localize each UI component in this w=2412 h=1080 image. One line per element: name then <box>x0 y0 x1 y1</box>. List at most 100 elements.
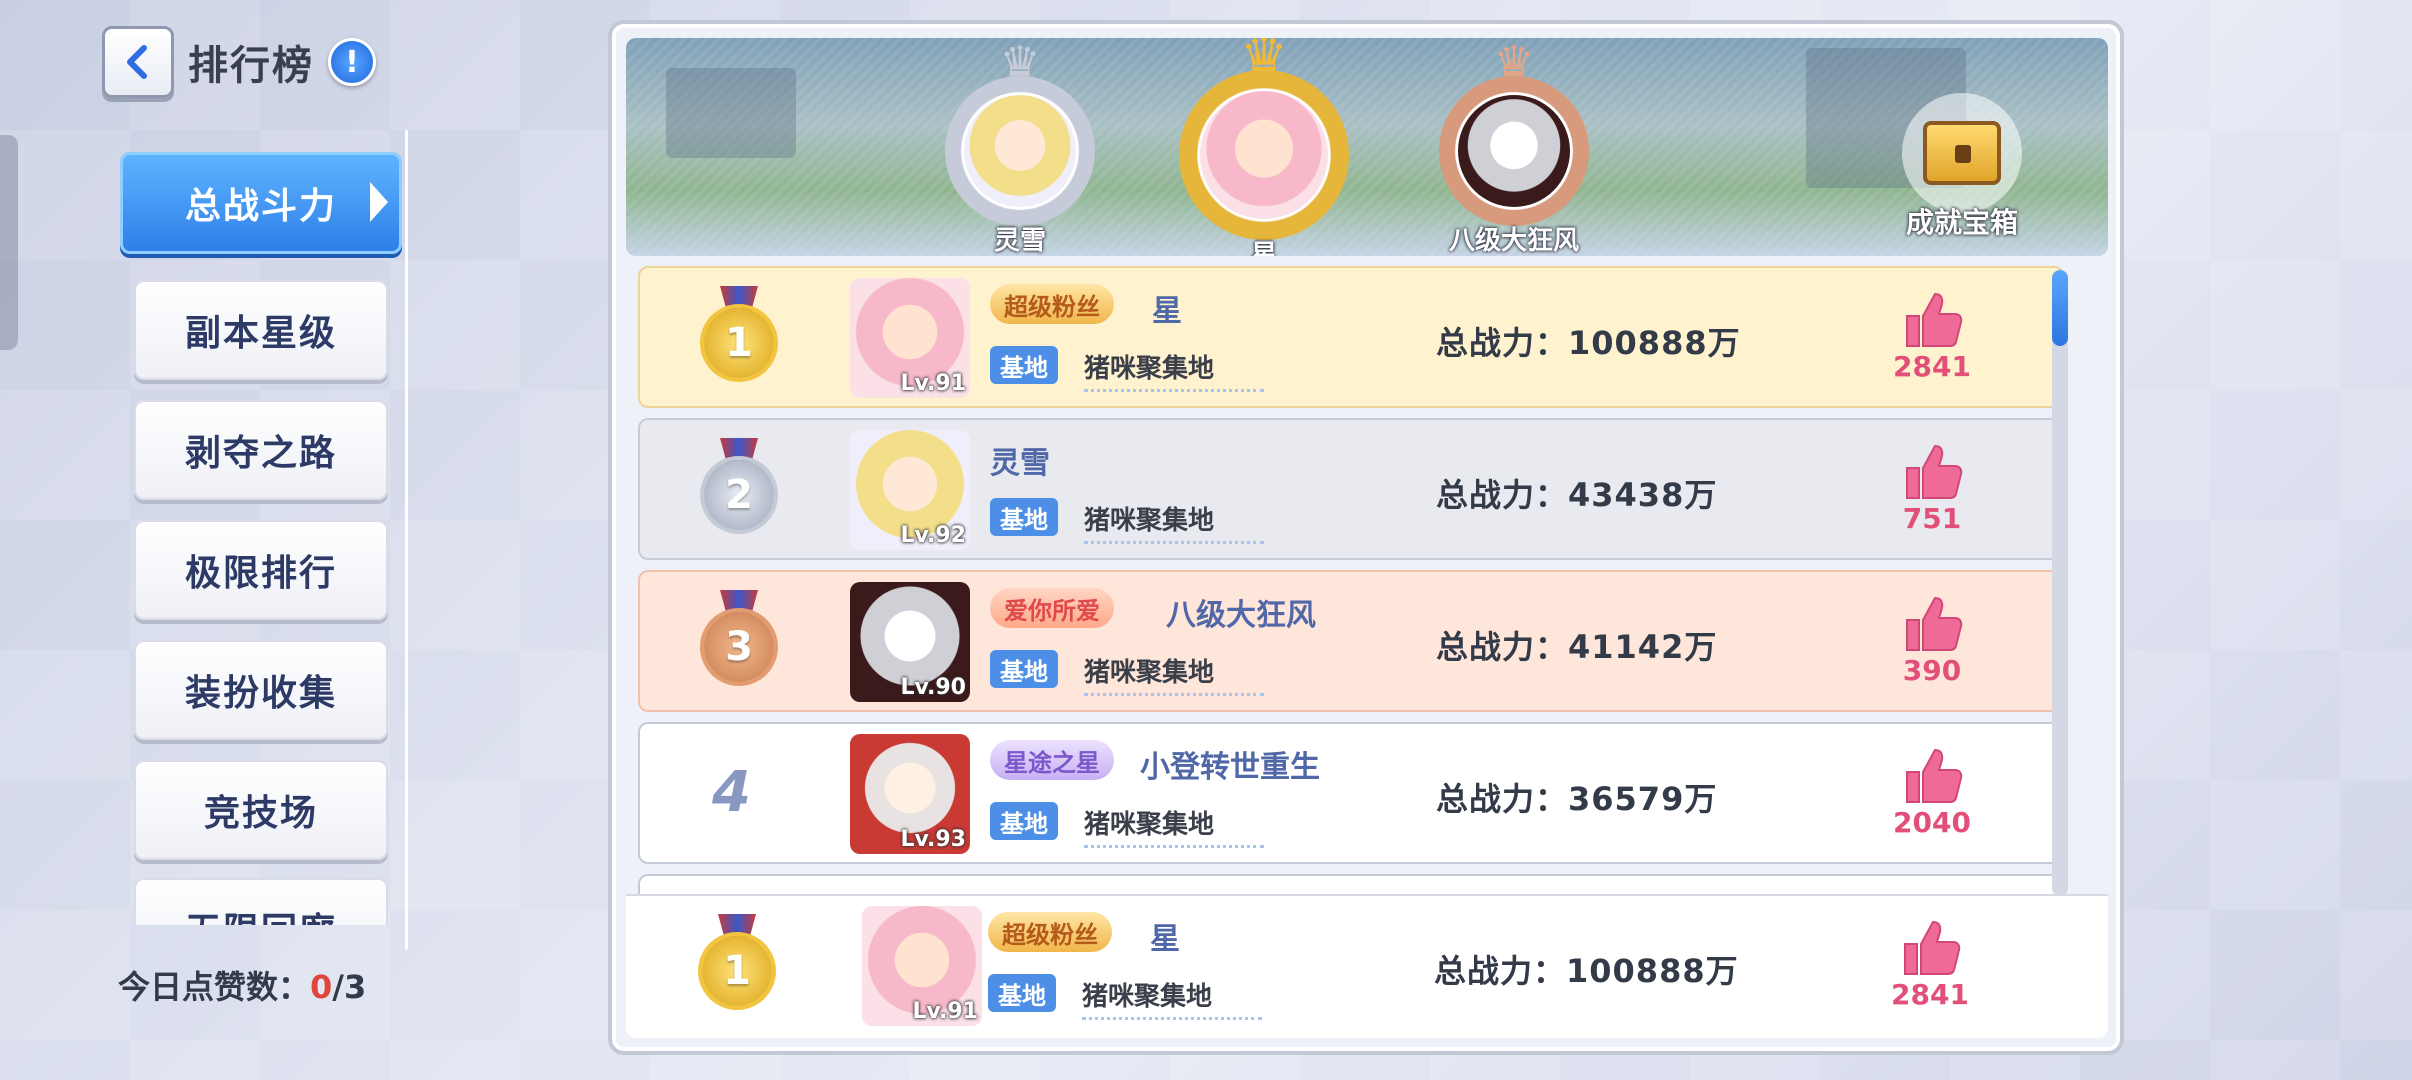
sidebar-scrollbar[interactable] <box>405 130 408 950</box>
arrow-right-icon <box>370 182 388 222</box>
podium-name: 星 <box>1250 240 1277 256</box>
total-power: 总战力：100888万 <box>1436 324 1741 362</box>
like-count: 751 <box>1902 502 1962 535</box>
sidebar-item-plunder-road[interactable]: 剥夺之路 <box>134 400 388 500</box>
left-edge-handle <box>0 135 18 350</box>
scrollbar-thumb[interactable] <box>2052 270 2068 346</box>
sidebar-item-infinite-corridor[interactable]: 无限回廊 <box>134 878 388 925</box>
sidebar-item-extreme-rank[interactable]: 极限排行 <box>134 520 388 620</box>
base-name[interactable]: 猪咪聚集地 <box>1084 804 1264 848</box>
base-tag: 基地 <box>988 974 1056 1012</box>
podium-name: 灵雪 <box>993 226 1046 256</box>
thumbs-up-icon <box>1906 596 1963 651</box>
base-name[interactable]: 猪咪聚集地 <box>1084 652 1264 696</box>
like-button[interactable]: 751 <box>1882 442 1982 535</box>
avatar[interactable]: Lv.90 <box>850 582 970 702</box>
chest-label: 成就宝箱 <box>1905 206 2018 239</box>
base-tag: 基地 <box>990 346 1058 384</box>
bronze-medal-icon: 3 <box>700 590 778 690</box>
total-power: 总战力：36579万 <box>1436 780 1718 818</box>
bronze-laurel-frame <box>1439 76 1589 226</box>
base-name[interactable]: 猪咪聚集地 <box>1084 348 1264 392</box>
player-level: Lv.93 <box>900 827 966 852</box>
like-button[interactable]: 2841 <box>1880 918 1980 1011</box>
achievement-chest[interactable]: 成就宝箱 <box>1902 93 2022 241</box>
sidebar-item-dungeon-stars[interactable]: 副本星级 <box>134 280 388 380</box>
podium-third[interactable]: ♛ 八级大狂风 <box>1434 38 1594 256</box>
avatar <box>964 95 1076 207</box>
sidebar-item-label: 副本星级 <box>184 313 337 354</box>
medal-rank: 1 <box>704 308 774 378</box>
medal-rank: 3 <box>704 612 774 682</box>
chest-disc <box>1902 93 2022 213</box>
table-row[interactable]: 2 Lv.92 灵雪 基地 猪咪聚集地 总战力：43438万 751 <box>638 418 2064 560</box>
list-scrollbar[interactable] <box>2052 270 2068 896</box>
base-tag: 基地 <box>990 650 1058 688</box>
my-rank-row: 1 Lv.91 超级粉丝 星 基地 猪咪聚集地 总战力：100888万 2841 <box>626 894 2108 1038</box>
player-name: 小登转世重生 <box>1140 750 1320 785</box>
gold-medal-icon: 1 <box>698 914 776 1014</box>
podium-second[interactable]: ♛ 灵雪 <box>940 38 1100 256</box>
ranking-panel: ♛ 灵雪 ♛ 星 ♛ 八级大狂风 成就宝箱 1 Lv.91 超级粉丝 星 基地 … <box>608 20 2124 1055</box>
like-count: 2841 <box>1891 978 1969 1011</box>
avatar <box>1200 91 1328 219</box>
player-level: Lv.91 <box>912 999 978 1024</box>
table-row[interactable] <box>638 874 2064 894</box>
like-button[interactable]: 390 <box>1882 594 1982 687</box>
base-name[interactable]: 猪咪聚集地 <box>1084 500 1264 544</box>
info-icon[interactable]: ! <box>328 38 376 86</box>
avatar[interactable]: Lv.91 <box>862 906 982 1026</box>
treasure-chest-icon <box>1923 121 2001 185</box>
likes-total: /3 <box>332 968 367 1006</box>
back-button[interactable] <box>102 26 174 98</box>
podium-name: 八级大狂风 <box>1448 226 1579 256</box>
sidebar-item-arena[interactable]: 竞技场 <box>134 760 388 860</box>
like-button[interactable]: 2040 <box>1882 746 1982 839</box>
player-level: Lv.92 <box>900 523 966 548</box>
rank-number: 4 <box>712 760 751 825</box>
sidebar: 总战斗力 副本星级 剥夺之路 极限排行 装扮收集 竞技场 无限回廊 <box>120 150 410 925</box>
table-row[interactable]: 4 Lv.93 星途之星 小登转世重生 基地 猪咪聚集地 总战力：36579万 … <box>638 722 2064 864</box>
header: 排行榜 ! <box>102 26 376 98</box>
sidebar-item-label: 装扮收集 <box>184 673 337 714</box>
chevron-left-icon <box>127 45 147 79</box>
sidebar-item-label: 竞技场 <box>203 793 318 834</box>
like-button[interactable]: 2841 <box>1882 290 1982 383</box>
thumbs-up-icon <box>1906 444 1963 499</box>
medal-rank: 2 <box>704 460 774 530</box>
total-power: 总战力：41142万 <box>1436 628 1718 666</box>
sidebar-item-label: 无限回廊 <box>185 902 337 925</box>
thumbs-up-icon <box>1906 748 1963 803</box>
silver-laurel-frame <box>945 76 1095 226</box>
table-row[interactable]: 1 Lv.91 超级粉丝 星 基地 猪咪聚集地 总战力：100888万 2841 <box>638 266 2064 408</box>
player-level: Lv.90 <box>900 675 966 700</box>
base-name[interactable]: 猪咪聚集地 <box>1082 976 1262 1020</box>
title-badge: 星途之星 <box>990 740 1114 780</box>
thumbs-up-icon <box>1904 920 1961 975</box>
podium-first[interactable]: ♛ 星 <box>1174 38 1354 256</box>
player-name: 星 <box>1150 922 1180 957</box>
sidebar-item-total-power[interactable]: 总战斗力 <box>120 152 402 254</box>
sidebar-item-outfit-collection[interactable]: 装扮收集 <box>134 640 388 740</box>
like-count: 2040 <box>1893 806 1971 839</box>
background-building <box>666 68 796 158</box>
silver-medal-icon: 2 <box>700 438 778 538</box>
total-power: 总战力：100888万 <box>1434 952 1739 990</box>
thumbs-up-icon <box>1906 292 1963 347</box>
table-row[interactable]: 3 Lv.90 爱你所爱 八级大狂风 基地 猪咪聚集地 总战力：41142万 3… <box>638 570 2064 712</box>
likes-today-label: 今日点赞数： <box>118 968 311 1006</box>
page-title: 排行榜 <box>188 43 314 89</box>
player-name: 星 <box>1152 294 1182 329</box>
player-level: Lv.91 <box>900 371 966 396</box>
total-power: 总战力：43438万 <box>1436 476 1718 514</box>
ranking-list[interactable]: 1 Lv.91 超级粉丝 星 基地 猪咪聚集地 总战力：100888万 2841… <box>638 266 2066 894</box>
player-name: 灵雪 <box>990 446 1050 481</box>
avatar[interactable]: Lv.93 <box>850 734 970 854</box>
like-count: 2841 <box>1893 350 1971 383</box>
avatar[interactable]: Lv.91 <box>850 278 970 398</box>
avatar[interactable]: Lv.92 <box>850 430 970 550</box>
like-count: 390 <box>1902 654 1962 687</box>
base-tag: 基地 <box>990 498 1058 536</box>
avatar <box>1458 95 1570 207</box>
likes-today: 今日点赞数：0/3 <box>118 962 366 1008</box>
